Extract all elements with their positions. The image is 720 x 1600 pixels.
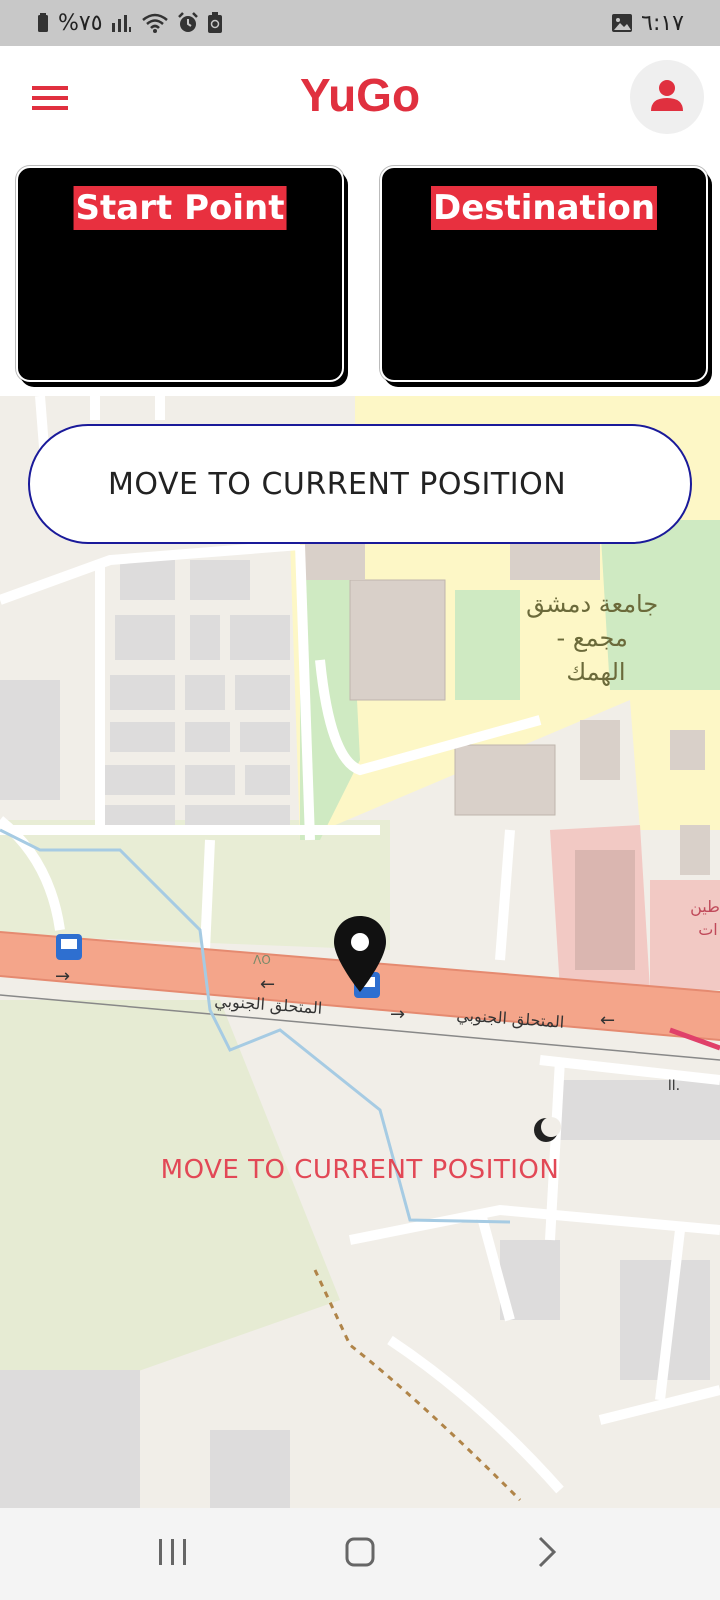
system-nav-bar [0, 1508, 720, 1600]
status-right: ٦:١٧ [611, 11, 684, 36]
move-to-current-position-button[interactable]: MOVE TO CURRENT POSITION [28, 424, 692, 544]
park-area [455, 590, 520, 700]
home-icon [344, 1536, 376, 1573]
start-point-card[interactable]: Start Point [16, 166, 344, 382]
chevron-right-icon [535, 1535, 559, 1574]
university-label-line: جامعة دمشق [526, 590, 658, 618]
building [510, 540, 600, 580]
destination-label: Destination [430, 186, 658, 230]
building [454, 744, 556, 816]
status-bar: %٧٥ ٦:١٧ [0, 0, 720, 46]
alarm-icon [177, 12, 199, 34]
arrow-right-icon: → [390, 1004, 405, 1025]
back-button[interactable] [507, 1524, 587, 1584]
signal-icon [111, 13, 133, 33]
university-label-line: الهمك [566, 658, 625, 686]
home-button[interactable] [320, 1524, 400, 1584]
battery-percent: %٧٥ [58, 10, 103, 36]
building [349, 579, 446, 701]
bus-stop-icon [56, 934, 82, 960]
building [580, 720, 620, 780]
start-point-label: Start Point [73, 186, 287, 230]
map-label-partial-1: طين [690, 897, 720, 917]
battery-icon [36, 13, 50, 33]
arrow-left-icon: ← [260, 974, 275, 995]
university-label-line: - مجمع [557, 624, 628, 652]
recycle-battery-icon [207, 12, 223, 34]
person-icon [650, 78, 684, 117]
map-label-partial-2: ات [698, 920, 718, 939]
map-label-small: اا. [668, 1078, 680, 1094]
wifi-icon [141, 12, 169, 34]
arrow-right-icon: → [55, 966, 70, 987]
building [670, 730, 705, 770]
app-bar: YuGo [0, 46, 720, 156]
app-title: YuGo [299, 69, 421, 121]
gallery-notification-icon [611, 12, 633, 34]
map-label-stop-number: ΛΟ [253, 953, 271, 967]
recent-apps-icon [157, 1537, 189, 1572]
location-pin-icon[interactable] [332, 914, 388, 994]
recent-apps-button[interactable] [133, 1524, 213, 1584]
building [305, 540, 365, 580]
building [575, 850, 635, 970]
status-time: ٦:١٧ [641, 10, 684, 36]
status-left: %٧٥ [36, 11, 223, 36]
current-position-text: MOVE TO CURRENT POSITION [160, 1155, 560, 1185]
building [680, 825, 710, 875]
destination-card[interactable]: Destination [380, 166, 708, 382]
profile-button[interactable] [630, 60, 704, 134]
arrow-left-icon: ← [600, 1010, 615, 1031]
